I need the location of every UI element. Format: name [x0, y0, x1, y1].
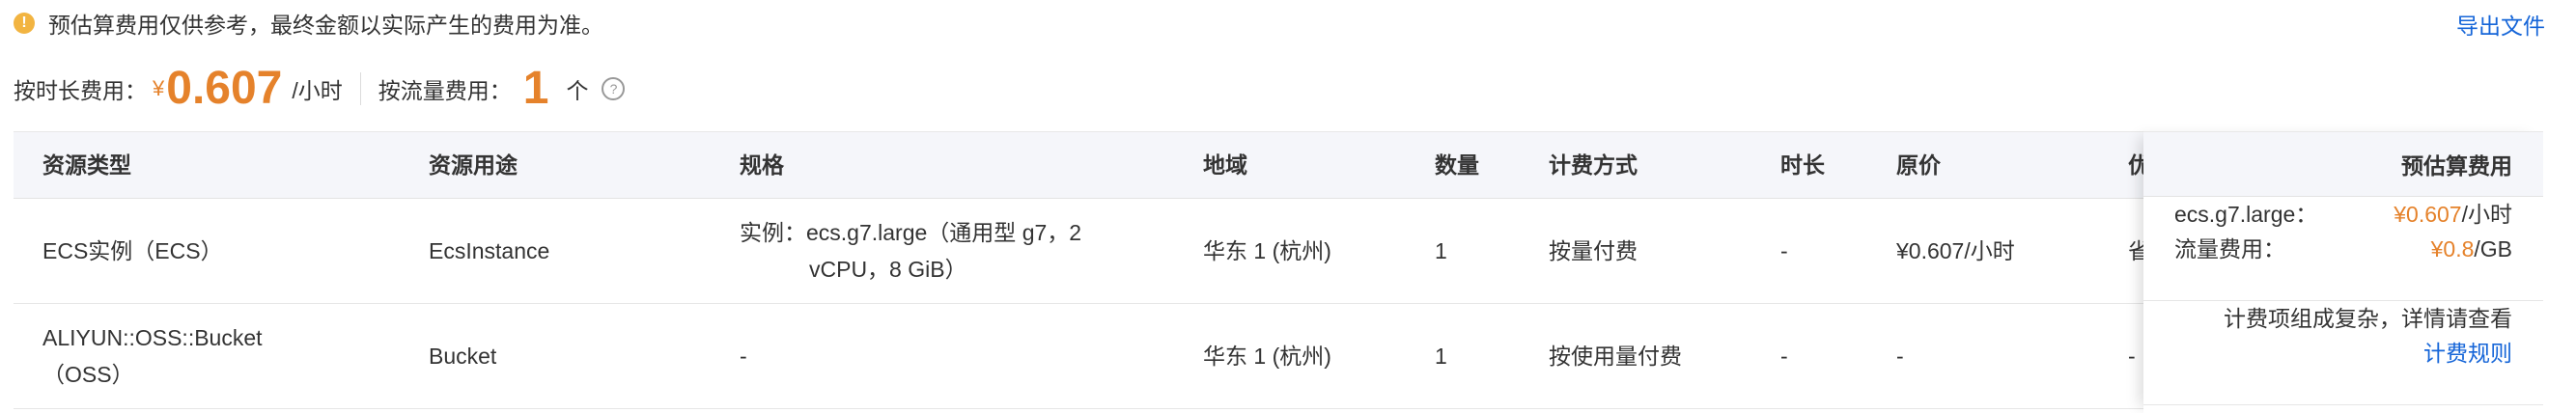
header-resource-usage: 资源用途: [429, 152, 518, 178]
cell-resource-usage: Bucket: [429, 344, 497, 369]
fee-label: 流量费用：: [2174, 236, 2285, 262]
header-billing-method: 计费方式: [1549, 152, 1638, 178]
header-region: 地域: [1203, 152, 1247, 178]
header-quantity: 数量: [1435, 152, 1479, 178]
fee-unit: /小时: [2461, 202, 2512, 227]
spec-line-2: vCPU，8 GiB）: [809, 257, 967, 282]
cell-duration: -: [1780, 238, 1788, 263]
hourly-cost-unit: /小时: [292, 78, 343, 103]
hourly-cost-label: 按时长费用：: [14, 78, 147, 103]
cell-original-price: ¥0.607/小时: [1896, 238, 2015, 263]
notice-text: 预估算费用仅供参考，最终金额以实际产生的费用为准。: [48, 13, 603, 38]
fee-label: ecs.g7.large：: [2174, 202, 2318, 227]
estimated-fee-cell: 计费项组成复杂，详情请查看 计费规则: [2143, 301, 2543, 405]
estimated-fee-column: 预估算费用 ecs.g7.large： ¥0.607/小时 流量费用： ¥0.8…: [2143, 131, 2543, 413]
billing-rules-link[interactable]: 计费规则: [2423, 341, 2512, 366]
cell-resource-type: ECS实例（ECS）: [42, 238, 223, 263]
header-estimated-fee: 预估算费用: [2143, 131, 2543, 197]
fee-unit: /GB: [2474, 236, 2512, 262]
help-icon[interactable]: ?: [602, 77, 626, 100]
warning-icon: !: [14, 13, 35, 34]
cell-billing-method: 按量付费: [1549, 238, 1638, 263]
cell-quantity: 1: [1435, 238, 1447, 263]
header-original-price: 原价: [1896, 152, 1941, 178]
header-resource-type: 资源类型: [42, 152, 131, 178]
cell-resource-usage: EcsInstance: [429, 238, 550, 263]
cell-spec: -: [740, 344, 747, 369]
type-line-2: （OSS）: [42, 362, 134, 387]
export-file-link[interactable]: 导出文件: [2456, 8, 2545, 41]
estimated-fee-cell: ecs.g7.large： ¥0.607/小时 流量费用： ¥0.8/GB: [2143, 197, 2543, 301]
fee-line: 流量费用： ¥0.8/GB: [2174, 232, 2512, 266]
cell-duration: -: [1780, 344, 1788, 369]
summary-divider: [359, 72, 361, 105]
fee-complex-note: 计费项组成复杂，详情请查看: [2224, 306, 2512, 331]
type-line-1: ALIYUN::OSS::Bucket: [42, 325, 263, 350]
cell-quantity: 1: [1435, 344, 1447, 369]
notice-bar: ! 预估算费用仅供参考，最终金额以实际产生的费用为准。: [14, 6, 603, 41]
header-duration: 时长: [1780, 152, 1825, 178]
cell-billing-method: 按使用量付费: [1549, 344, 1682, 369]
spec-line-1: 实例：ecs.g7.large（通用型 g7，2: [740, 220, 1082, 245]
traffic-cost-label: 按流量费用：: [378, 78, 512, 103]
fee-line: ecs.g7.large： ¥0.607/小时: [2174, 197, 2512, 232]
traffic-cost-unit: 个: [566, 78, 589, 103]
cost-summary: 按时长费用： ¥ 0.607 /小时 按流量费用： 1 个 ?: [14, 60, 626, 118]
hourly-cost-value: 0.607: [166, 63, 283, 114]
fee-amount: ¥0.8: [2430, 236, 2475, 262]
cell-region: 华东 1 (杭州): [1203, 238, 1331, 263]
hourly-currency: ¥: [153, 76, 165, 100]
fee-amount: ¥0.607: [2394, 202, 2462, 227]
cell-resource-type: ALIYUN::OSS::Bucket （OSS）: [42, 304, 429, 408]
header-spec: 规格: [740, 152, 784, 178]
cell-original-price: -: [1896, 344, 1904, 369]
cell-region: 华东 1 (杭州): [1203, 344, 1331, 369]
cell-spec: 实例：ecs.g7.large（通用型 g7，2 vCPU，8 GiB）: [740, 199, 1184, 303]
traffic-cost-value: 1: [522, 63, 549, 114]
